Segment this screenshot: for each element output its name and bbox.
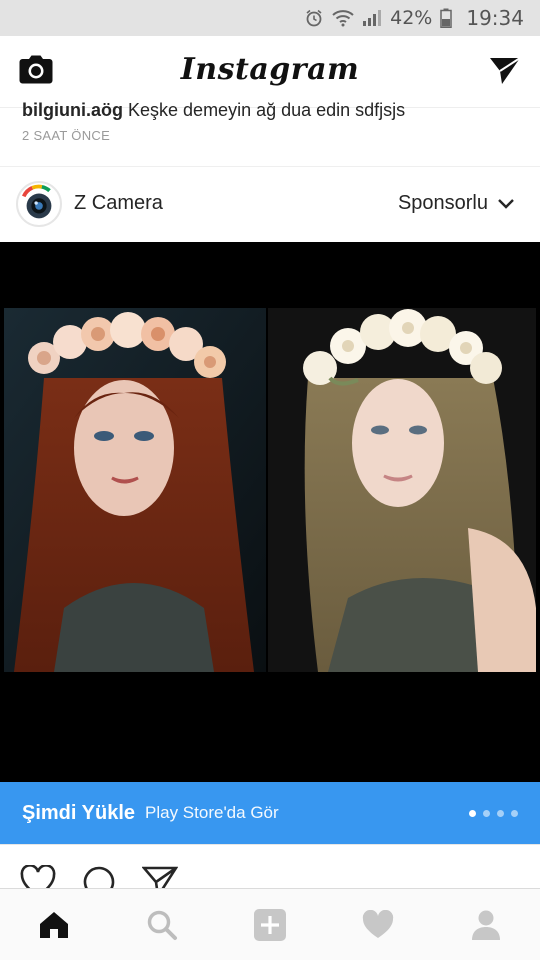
carousel-dot: [469, 810, 476, 817]
battery-icon: [440, 8, 453, 28]
battery-percent: 42%: [390, 7, 433, 29]
play-store-label: Play Store'da Gör: [145, 803, 279, 822]
install-cta[interactable]: Şimdi Yükle Play Store'da Gör: [0, 782, 540, 844]
status-bar: 42% 19:34: [0, 0, 540, 36]
post-header: Z Camera Sponsorlu: [0, 166, 540, 240]
previous-post-caption: bilgiuni.aög Keşke demeyin ağ dua edin s…: [22, 100, 522, 122]
sponsored-text: Sponsorlu: [397, 192, 488, 214]
carousel-dot: [497, 810, 504, 817]
chevron-down-icon: [498, 192, 514, 215]
avatar[interactable]: [16, 181, 62, 227]
carousel-indicator: [469, 810, 518, 817]
activity-icon[interactable]: [348, 895, 408, 955]
carousel-dot: [483, 810, 490, 817]
previous-post-time: 2 SAAT ÖNCE: [22, 128, 111, 143]
previous-post-caption-text: Keşke demeyin ağ dua edin sdfjsjs: [128, 100, 406, 120]
carousel-dot: [511, 810, 518, 817]
signal-icon: [362, 9, 382, 27]
post-actions: [0, 844, 540, 894]
bottom-nav: [0, 888, 540, 960]
sponsored-label[interactable]: Sponsorlu: [398, 192, 514, 215]
wifi-icon: [332, 9, 354, 27]
alarm-icon: [304, 8, 324, 28]
photo-right: [268, 308, 536, 672]
home-icon[interactable]: [24, 895, 84, 955]
clock: 19:34: [466, 6, 524, 30]
search-icon[interactable]: [132, 895, 192, 955]
direct-message-icon[interactable]: [488, 56, 522, 91]
photo-left: [4, 308, 266, 672]
previous-post-username[interactable]: bilgiuni.aög: [22, 100, 123, 120]
install-now-label: Şimdi Yükle: [22, 801, 136, 824]
profile-icon[interactable]: [456, 895, 516, 955]
add-icon[interactable]: [240, 895, 300, 955]
top-nav: Instagram: [0, 36, 540, 108]
instagram-logo: Instagram: [180, 52, 360, 87]
post-media[interactable]: [0, 242, 540, 782]
post-author[interactable]: Z Camera: [74, 192, 163, 215]
